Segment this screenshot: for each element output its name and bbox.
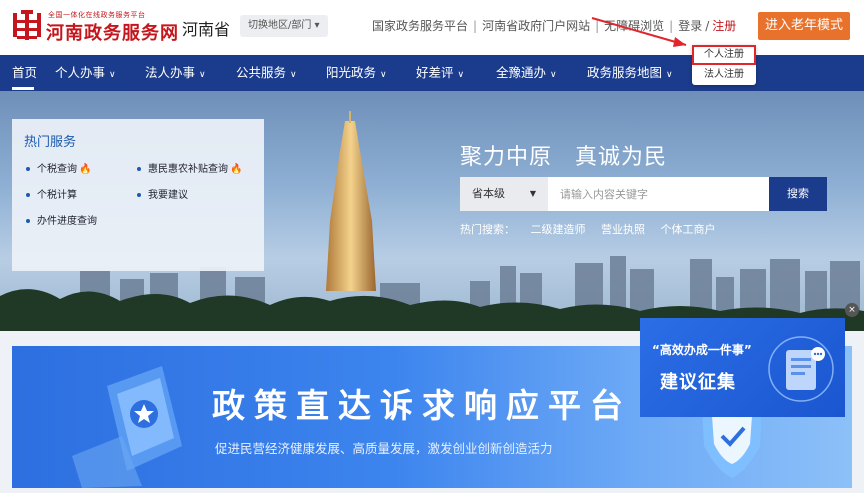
hot-service-label: 办件进度查询 (37, 216, 97, 227)
personal-register-option[interactable]: 个人注册 (692, 45, 756, 65)
suggestion-title: 建议征集 (660, 372, 736, 393)
nav-label: 首页 (12, 65, 38, 80)
divider: | (595, 19, 600, 33)
search-level-select[interactable]: 省本级 ▼ (460, 177, 548, 211)
hero-banner: 热门服务 个税查询 🔥 惠民惠农补贴查询 🔥 个税计算 我要建议 办件进度查询 聚力… (0, 91, 864, 331)
nav-service-map[interactable]: 政务服务地图 ∨ (587, 55, 673, 91)
bullet-icon (137, 193, 141, 197)
search-bar: 省本级 ▼ 搜索 (460, 177, 827, 211)
hot-service-item[interactable]: 办件进度查询 (26, 212, 97, 227)
elder-mode-button[interactable]: 进入老年模式 (758, 12, 850, 40)
switch-region-button[interactable]: 切换地区/部门 ▾ (240, 15, 328, 37)
nav-open-government[interactable]: 阳光政务 ∨ (326, 55, 387, 91)
bullet-icon (26, 167, 30, 171)
hot-search-label: 热门搜索： (460, 223, 515, 236)
hot-search-term[interactable]: 营业执照 (601, 223, 645, 236)
hot-service-item[interactable]: 惠民惠农补贴查询 🔥 (137, 160, 242, 175)
chevron-down-icon: ∨ (380, 70, 387, 80)
nav-label: 法人办事 (145, 65, 196, 80)
nav-home[interactable]: 首页 (12, 55, 37, 91)
hero-slogan: 聚力中原 真诚为民 (460, 145, 668, 170)
hot-service-label: 个税计算 (37, 190, 77, 201)
nav-label: 个人办事 (55, 65, 106, 80)
nav-review[interactable]: 好差评 ∨ (416, 55, 464, 91)
document-chat-icon (768, 336, 834, 402)
divider: | (669, 19, 674, 33)
register-link[interactable]: 注册 (712, 19, 736, 33)
hot-service-label: 惠民惠农补贴查询 (148, 164, 228, 175)
national-platform-link[interactable]: 国家政务服务平台 (372, 19, 468, 33)
divider: | (473, 19, 478, 33)
hot-service-item[interactable]: 个税查询 🔥 (26, 160, 91, 175)
slash-separator: / (705, 19, 710, 33)
province-label: 河南省 (182, 20, 231, 39)
chevron-down-icon: ∨ (109, 70, 116, 80)
government-logo-icon[interactable] (12, 10, 42, 40)
policy-banner-title: 政策直达诉求响应平台 (212, 386, 632, 425)
policy-banner-subtitle: 促进民营经济健康发展、高质量发展，激发创业创新创造活力 (215, 441, 553, 456)
chevron-down-icon: ∨ (666, 70, 673, 80)
search-button[interactable]: 搜索 (769, 177, 827, 211)
nav-label: 公共服务 (236, 65, 287, 80)
register-dropdown: 个人注册 法人注册 (692, 45, 756, 85)
bullet-icon (26, 219, 30, 223)
nav-active-indicator (12, 87, 34, 90)
chevron-down-icon: ∨ (290, 70, 297, 80)
site-title[interactable]: 河南政务服务网 (46, 19, 179, 45)
hot-search-term[interactable]: 二级建造师 (531, 223, 586, 236)
search-level-value: 省本级 (472, 187, 505, 200)
hot-service-item[interactable]: 个税计算 (26, 186, 77, 201)
hot-search-term[interactable]: 个体工商户 (661, 223, 716, 236)
hot-service-item[interactable]: 我要建议 (137, 186, 188, 201)
fire-icon: 🔥 (79, 164, 92, 175)
close-icon[interactable]: × (845, 303, 859, 317)
hot-search-row: 热门搜索： 二级建造师 营业执照 个体工商户 (460, 221, 728, 237)
login-link[interactable]: 登录 (678, 19, 702, 33)
top-links: 国家政务服务平台 | 河南省政府门户网站 | 无障碍浏览 | 登录 / 注册 (372, 17, 736, 34)
chevron-down-icon: ∨ (550, 70, 557, 80)
corporate-register-option[interactable]: 法人注册 (692, 65, 756, 85)
caret-down-icon: ▼ (529, 189, 536, 198)
hot-services-panel: 热门服务 个税查询 🔥 惠民惠农补贴查询 🔥 个税计算 我要建议 办件进度查询 (12, 119, 264, 271)
nav-personal-affairs[interactable]: 个人办事 ∨ (55, 55, 116, 91)
hot-service-label: 我要建议 (148, 190, 188, 201)
nav-corporate-affairs[interactable]: 法人办事 ∨ (145, 55, 206, 91)
accessible-browse-link[interactable]: 无障碍浏览 (604, 19, 664, 33)
suggestion-quote: “高效办成一件事” (652, 343, 752, 357)
suggestion-card[interactable]: “高效办成一件事” 建议征集 (640, 318, 845, 417)
nav-label: 全豫通办 (496, 65, 547, 80)
search-input[interactable] (548, 177, 769, 211)
nav-label: 阳光政务 (326, 65, 377, 80)
provincial-portal-link[interactable]: 河南省政府门户网站 (482, 19, 590, 33)
nav-label: 好差评 (416, 65, 454, 80)
hot-service-label: 个税查询 (37, 164, 77, 175)
chevron-down-icon: ∨ (457, 70, 465, 80)
nav-public-services[interactable]: 公共服务 ∨ (236, 55, 297, 91)
nav-label: 政务服务地图 (587, 65, 663, 80)
chevron-down-icon: ∨ (199, 70, 206, 80)
bullet-icon (26, 193, 30, 197)
nav-province-wide[interactable]: 全豫通办 ∨ (496, 55, 557, 91)
bullet-icon (137, 167, 141, 171)
fire-icon: 🔥 (230, 164, 243, 175)
hot-services-title: 热门服务 (24, 135, 77, 150)
